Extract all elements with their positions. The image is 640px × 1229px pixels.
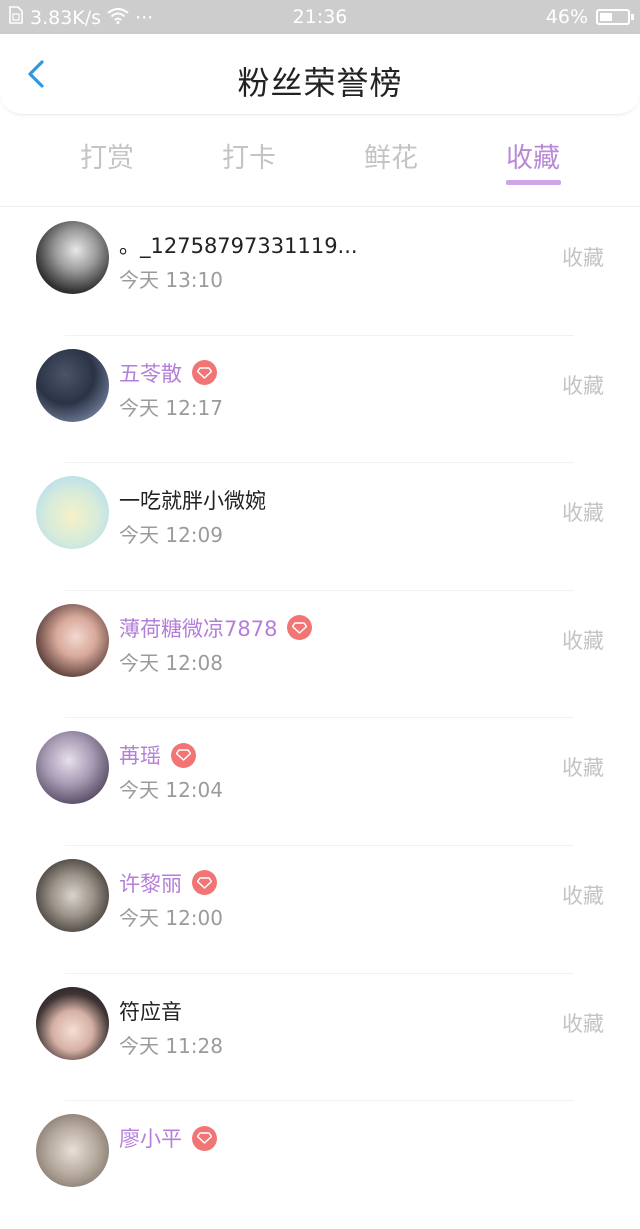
tab-flowers[interactable]: 鲜花 bbox=[331, 136, 451, 175]
page-title: 粉丝荣誉榜 bbox=[237, 64, 403, 102]
tab-bar: 打赏 打卡 鲜花 收藏 bbox=[0, 114, 640, 208]
avatar bbox=[36, 476, 109, 550]
diamond-badge-icon bbox=[192, 870, 217, 896]
timestamp: 今天 12:04 bbox=[119, 778, 223, 803]
status-bar: 3.83K/s ··· 21:36 46% bbox=[0, 0, 640, 34]
avatar bbox=[36, 221, 109, 294]
diamond-badge-icon bbox=[171, 742, 196, 768]
avatar bbox=[36, 348, 109, 422]
action-label: 收藏 bbox=[562, 756, 604, 781]
list-item[interactable]: 廖小平 bbox=[0, 1101, 640, 1229]
user-name: 薄荷糖微凉7878 bbox=[119, 616, 278, 641]
diamond-badge-icon bbox=[192, 360, 217, 386]
action-label: 收藏 bbox=[562, 1011, 604, 1036]
tab-checkin[interactable]: 打卡 bbox=[189, 136, 309, 175]
action-label: 收藏 bbox=[562, 501, 604, 526]
battery-percent: 46% bbox=[545, 6, 588, 28]
diamond-badge-icon bbox=[287, 615, 313, 641]
timestamp: 今天 12:09 bbox=[119, 523, 223, 548]
list-item[interactable]: 符应音 今天 11:28 收藏 bbox=[0, 974, 640, 1102]
user-name: 廖小平 bbox=[119, 1127, 182, 1152]
user-name: 五苓散 bbox=[119, 361, 182, 386]
avatar bbox=[36, 986, 109, 1060]
timestamp: 今天 13:10 bbox=[119, 268, 223, 292]
timestamp: 今天 12:00 bbox=[119, 905, 223, 930]
list-item[interactable]: 许黎丽 今天 12:00 收藏 bbox=[0, 846, 640, 974]
avatar bbox=[36, 1114, 109, 1188]
timestamp: 今天 12:17 bbox=[119, 395, 223, 420]
battery-fill bbox=[600, 13, 612, 21]
action-label: 收藏 bbox=[562, 246, 604, 270]
diamond-badge-icon bbox=[192, 1125, 217, 1151]
list-item[interactable]: 五苓散 今天 12:17 收藏 bbox=[0, 336, 640, 464]
timestamp: 今天 11:28 bbox=[119, 1033, 223, 1058]
user-name: 。_12758797331119... bbox=[119, 234, 358, 258]
action-label: 收藏 bbox=[562, 883, 604, 908]
user-name: 许黎丽 bbox=[119, 871, 182, 896]
nav-bar: 粉丝荣誉榜 bbox=[0, 34, 640, 115]
avatar bbox=[36, 858, 109, 932]
status-right: 46% bbox=[545, 6, 634, 28]
tabs-divider bbox=[0, 206, 640, 207]
tab-reward[interactable]: 打赏 bbox=[47, 136, 167, 175]
action-label: 收藏 bbox=[562, 628, 604, 653]
avatar bbox=[36, 603, 109, 677]
user-name: 符应音 bbox=[119, 999, 182, 1024]
timestamp: 今天 12:08 bbox=[119, 650, 223, 675]
avatar bbox=[36, 731, 109, 805]
list-item[interactable]: 薄荷糖微凉7878 今天 12:08 收藏 bbox=[0, 591, 640, 719]
fan-list: 。_12758797331119... 今天 13:10 收藏 五苓散 今天 1… bbox=[0, 208, 640, 1229]
user-name: 苒瑶 bbox=[119, 744, 161, 769]
status-time: 21:36 bbox=[292, 6, 348, 28]
active-tab-indicator bbox=[506, 180, 561, 185]
tab-favorites[interactable]: 收藏 bbox=[473, 136, 593, 175]
battery-icon bbox=[596, 9, 634, 25]
list-item[interactable]: 。_12758797331119... 今天 13:10 收藏 bbox=[0, 208, 640, 336]
list-item[interactable]: 苒瑶 今天 12:04 收藏 bbox=[0, 718, 640, 846]
action-label: 收藏 bbox=[562, 373, 604, 398]
user-name: 一吃就胖小微婉 bbox=[119, 489, 266, 514]
list-item[interactable]: 一吃就胖小微婉 今天 12:09 收藏 bbox=[0, 463, 640, 591]
